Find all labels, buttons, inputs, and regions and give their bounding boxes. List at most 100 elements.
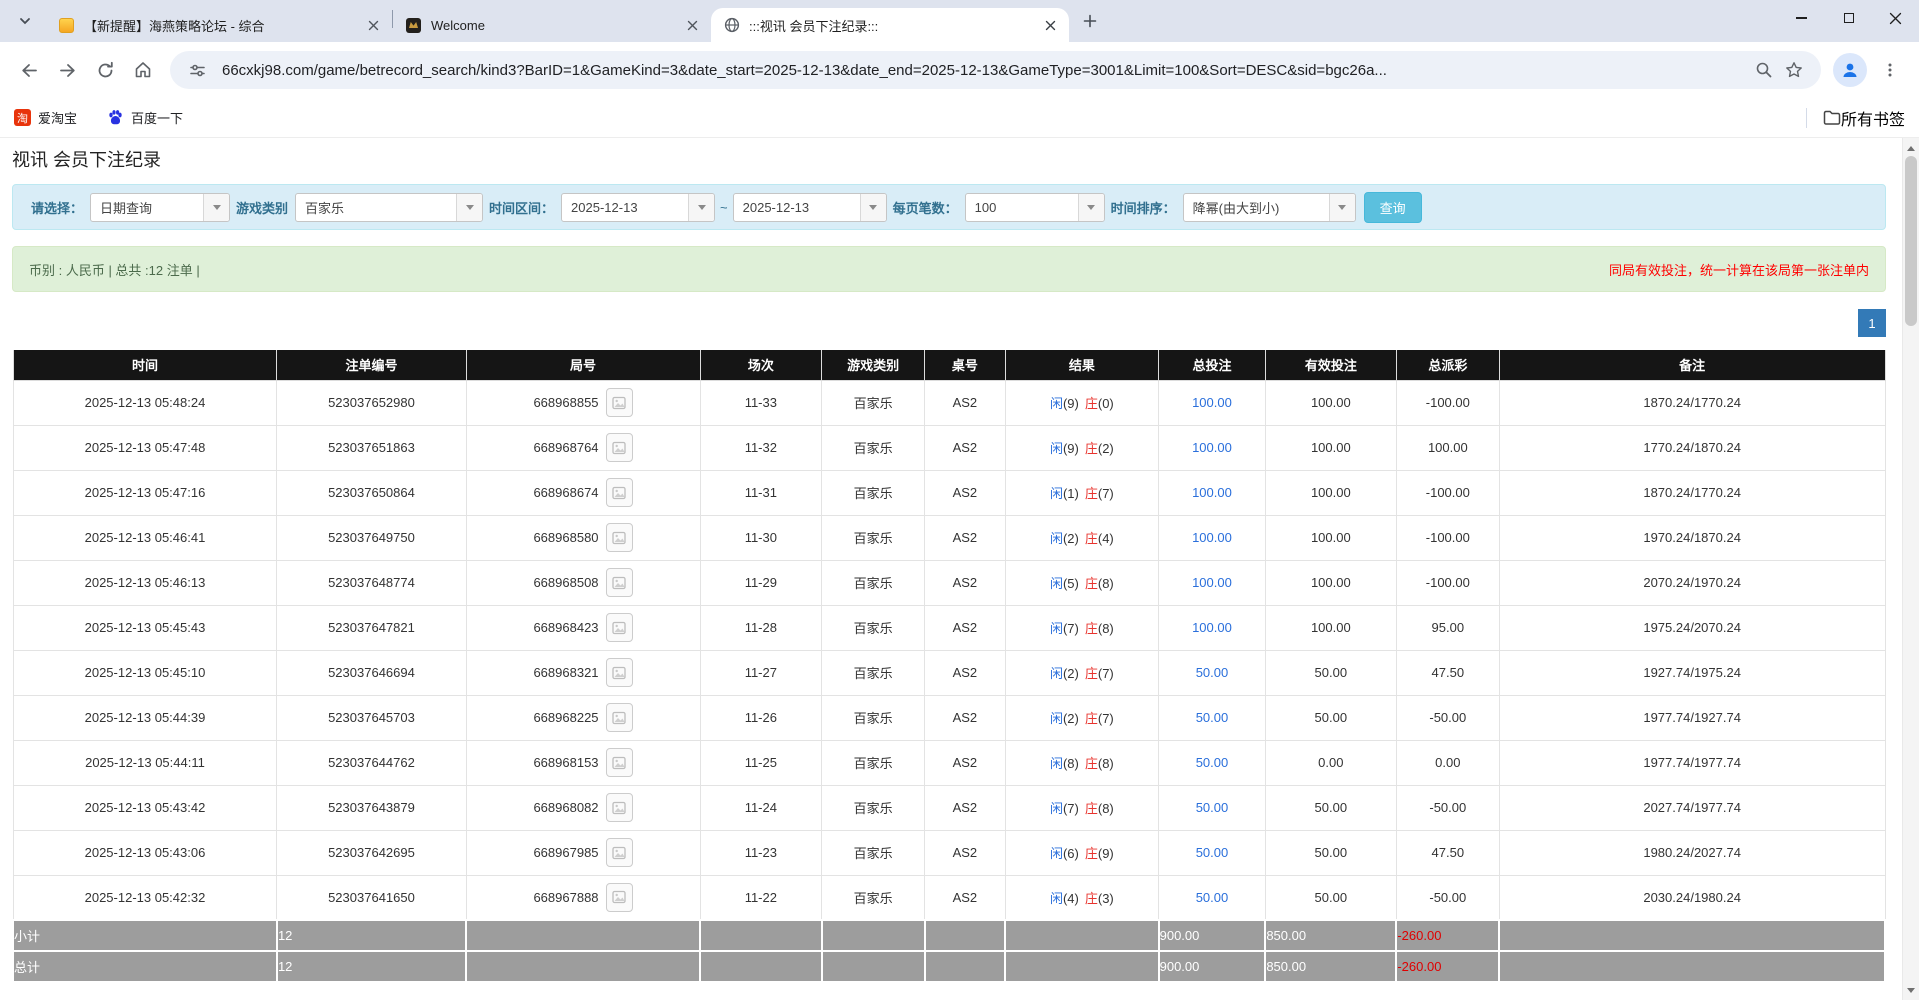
banker-label[interactable]: 庄 (1085, 486, 1098, 501)
banker-label[interactable]: 庄 (1085, 711, 1098, 726)
bookmark-star-icon[interactable] (1779, 55, 1809, 85)
player-label[interactable]: 闲 (1050, 576, 1063, 591)
player-label[interactable]: 闲 (1050, 531, 1063, 546)
cell-valid-bet: 0.00 (1265, 740, 1396, 785)
banker-label[interactable]: 庄 (1085, 846, 1098, 861)
cell-round-id: 668968580 (466, 515, 700, 560)
home-button[interactable] (124, 51, 162, 89)
banker-score: (0) (1098, 396, 1114, 411)
dropdown-button[interactable] (688, 194, 714, 221)
total-bet-link[interactable]: 50.00 (1196, 665, 1229, 680)
minimize-button[interactable] (1778, 0, 1825, 36)
scroll-up-icon[interactable] (1903, 140, 1919, 156)
banker-label[interactable]: 庄 (1085, 621, 1098, 636)
banker-label[interactable]: 庄 (1085, 441, 1098, 456)
banker-label[interactable]: 庄 (1085, 531, 1098, 546)
replay-video-button[interactable] (606, 793, 633, 822)
total-bet-link[interactable]: 50.00 (1196, 890, 1229, 905)
banker-label[interactable]: 庄 (1085, 801, 1098, 816)
zoom-icon[interactable] (1749, 55, 1779, 85)
total-bet-link[interactable]: 100.00 (1192, 395, 1232, 410)
back-button[interactable] (10, 51, 48, 89)
replay-video-button[interactable] (606, 883, 633, 912)
url-text[interactable]: 66cxkj98.com/game/betrecord_search/kind3… (222, 62, 1739, 79)
new-tab-button[interactable] (1077, 8, 1103, 34)
close-tab-icon[interactable] (364, 16, 382, 34)
player-label[interactable]: 闲 (1050, 486, 1063, 501)
tab-bet-records[interactable]: :::视讯 会员下注纪录::: (711, 8, 1069, 42)
total-bet-link[interactable]: 100.00 (1192, 485, 1232, 500)
player-label[interactable]: 闲 (1050, 441, 1063, 456)
summary-total-bet: 900.00 (1159, 951, 1266, 982)
player-label[interactable]: 闲 (1050, 666, 1063, 681)
address-bar[interactable]: 66cxkj98.com/game/betrecord_search/kind3… (170, 51, 1821, 89)
player-label[interactable]: 闲 (1050, 756, 1063, 771)
total-bet-link[interactable]: 100.00 (1192, 530, 1232, 545)
bookmark-baidu[interactable]: 百度一下 (107, 108, 183, 127)
replay-video-button[interactable] (606, 433, 633, 462)
date-end-select[interactable]: 2025-12-13 (733, 193, 887, 222)
replay-video-button[interactable] (606, 613, 633, 642)
page-1-button[interactable]: 1 (1858, 309, 1886, 337)
sort-select[interactable]: 降幂(由大到小) (1183, 193, 1356, 222)
replay-video-button[interactable] (606, 478, 633, 507)
replay-video-button[interactable] (606, 658, 633, 687)
search-button[interactable]: 查询 (1364, 192, 1422, 223)
player-label[interactable]: 闲 (1050, 396, 1063, 411)
reload-button[interactable] (86, 51, 124, 89)
game-type-select[interactable]: 百家乐 (295, 193, 483, 222)
query-type-select[interactable]: 日期查询 (90, 193, 230, 222)
replay-video-button[interactable] (606, 703, 633, 732)
scrollbar-thumb[interactable] (1905, 156, 1917, 326)
total-bet-link[interactable]: 50.00 (1196, 800, 1229, 815)
player-label[interactable]: 闲 (1050, 846, 1063, 861)
tune-icon[interactable] (182, 55, 212, 85)
vertical-scrollbar[interactable] (1902, 138, 1919, 1000)
banker-score: (9) (1098, 846, 1114, 861)
dropdown-button[interactable] (1078, 194, 1104, 221)
chevron-down-icon (466, 205, 474, 210)
total-bet-link[interactable]: 100.00 (1192, 575, 1232, 590)
summary-count: 12 (277, 920, 466, 951)
total-bet-link[interactable]: 100.00 (1192, 620, 1232, 635)
page-size-select[interactable]: 100 (965, 193, 1105, 222)
forward-button[interactable] (48, 51, 86, 89)
browser-menu-button[interactable] (1871, 51, 1909, 89)
total-bet-link[interactable]: 100.00 (1192, 440, 1232, 455)
player-label[interactable]: 闲 (1050, 891, 1063, 906)
tab-welcome[interactable]: Welcome (393, 8, 711, 42)
replay-video-button[interactable] (606, 388, 633, 417)
close-window-button[interactable] (1872, 0, 1919, 36)
image-icon (612, 666, 626, 680)
dropdown-button[interactable] (860, 194, 886, 221)
total-bet-link[interactable]: 50.00 (1196, 845, 1229, 860)
cell-table: AS2 (925, 560, 1005, 605)
bookmark-taobao[interactable]: 淘 爱淘宝 (14, 108, 77, 127)
replay-video-button[interactable] (606, 568, 633, 597)
banker-label[interactable]: 庄 (1085, 891, 1098, 906)
player-label[interactable]: 闲 (1050, 801, 1063, 816)
close-tab-icon[interactable] (683, 16, 701, 34)
tab-search-button[interactable] (10, 6, 40, 36)
close-tab-icon[interactable] (1041, 16, 1059, 34)
replay-video-button[interactable] (606, 748, 633, 777)
replay-video-button[interactable] (606, 838, 633, 867)
dropdown-button[interactable] (1329, 194, 1355, 221)
banker-label[interactable]: 庄 (1085, 396, 1098, 411)
banker-label[interactable]: 庄 (1085, 576, 1098, 591)
dropdown-button[interactable] (203, 194, 229, 221)
player-label[interactable]: 闲 (1050, 711, 1063, 726)
player-label[interactable]: 闲 (1050, 621, 1063, 636)
tab-forum[interactable]: 【新提醒】海燕策略论坛 - 综合 (46, 8, 392, 42)
date-start-select[interactable]: 2025-12-13 (561, 193, 715, 222)
dropdown-button[interactable] (456, 194, 482, 221)
total-bet-link[interactable]: 50.00 (1196, 710, 1229, 725)
banker-label[interactable]: 庄 (1085, 756, 1098, 771)
total-bet-link[interactable]: 50.00 (1196, 755, 1229, 770)
profile-avatar[interactable] (1833, 53, 1867, 87)
scroll-down-icon[interactable] (1903, 982, 1919, 998)
all-bookmarks[interactable]: 所有书签 (1806, 106, 1905, 130)
maximize-button[interactable] (1825, 0, 1872, 36)
replay-video-button[interactable] (606, 523, 633, 552)
banker-label[interactable]: 庄 (1085, 666, 1098, 681)
